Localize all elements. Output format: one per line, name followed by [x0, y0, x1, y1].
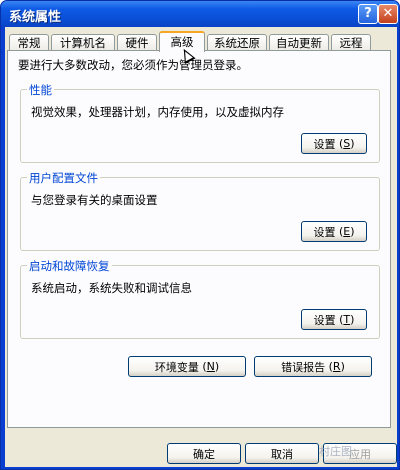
button-label: 设置	[313, 225, 336, 239]
tab-strip: 常规 计算机名 硬件 高级 系统还原 自动更新 远程	[7, 31, 395, 52]
environment-variables-button[interactable]: 环境变量 (N)	[128, 356, 246, 377]
tab-computer-name[interactable]: 计算机名	[51, 34, 115, 51]
user-profiles-group: 用户配置文件 与您登录有关的桌面设置 设置 (E)	[20, 170, 380, 251]
button-mnemonic: S	[343, 137, 351, 150]
performance-title: 性能	[27, 82, 54, 98]
user-profiles-settings-button[interactable]: 设置 (E)	[301, 221, 367, 242]
startup-recovery-description: 系统启动，系统失败和调试信息	[31, 281, 192, 295]
help-icon[interactable]: ?	[358, 4, 378, 24]
performance-group: 性能 视觉效果，处理器计划，内存使用，以及虚拟内存 设置 (S)	[20, 82, 380, 163]
user-profiles-title: 用户配置文件	[27, 170, 100, 186]
button-mnemonic: R	[332, 360, 341, 373]
dialog-client-area: 常规 计算机名 硬件 高级 系统还原 自动更新 远程 要进行大多数改动，您必须作…	[5, 27, 397, 467]
button-label: 设置	[313, 313, 336, 327]
window-title: 系统属性	[9, 10, 62, 25]
button-label: 错误报告	[281, 360, 326, 374]
close-icon[interactable]: ✕	[378, 4, 398, 24]
error-reporting-button[interactable]: 错误报告 (R)	[254, 356, 372, 377]
tab-general[interactable]: 常规	[9, 34, 49, 51]
admin-notice: 要进行大多数改动，您必须作为管理员登录。	[18, 58, 248, 72]
cancel-button[interactable]: 取消	[245, 443, 319, 464]
tab-remote[interactable]: 远程	[331, 34, 371, 51]
button-mnemonic: T	[343, 313, 351, 326]
tab-hardware[interactable]: 硬件	[117, 34, 157, 51]
performance-settings-button[interactable]: 设置 (S)	[301, 133, 367, 154]
button-label: 环境变量	[154, 360, 199, 374]
button-mnemonic: N	[206, 360, 215, 373]
button-label: 设置	[313, 137, 336, 151]
startup-recovery-title: 启动和故障恢复	[27, 258, 112, 274]
system-properties-window: 系统属性 ? ✕ 常规 计算机名 硬件 高级 系统还原 自动更新 远程 要进行大…	[0, 0, 400, 470]
performance-description: 视觉效果，处理器计划，内存使用，以及虚拟内存	[31, 105, 284, 119]
tab-system-restore[interactable]: 系统还原	[207, 34, 267, 51]
button-mnemonic: E	[343, 225, 351, 238]
ok-button[interactable]: 确定	[167, 443, 241, 464]
startup-recovery-group: 启动和故障恢复 系统启动，系统失败和调试信息 设置 (T)	[20, 258, 380, 339]
title-bar[interactable]: 系统属性 ? ✕	[1, 1, 399, 27]
tab-automatic-updates[interactable]: 自动更新	[269, 34, 329, 51]
watermark: 村庄图	[319, 445, 352, 458]
user-profiles-description: 与您登录有关的桌面设置	[31, 193, 158, 207]
advanced-tab-panel: 要进行大多数改动，您必须作为管理员登录。 性能 视觉效果，处理器计划，内存使用，…	[7, 50, 391, 428]
startup-recovery-settings-button[interactable]: 设置 (T)	[301, 309, 367, 330]
